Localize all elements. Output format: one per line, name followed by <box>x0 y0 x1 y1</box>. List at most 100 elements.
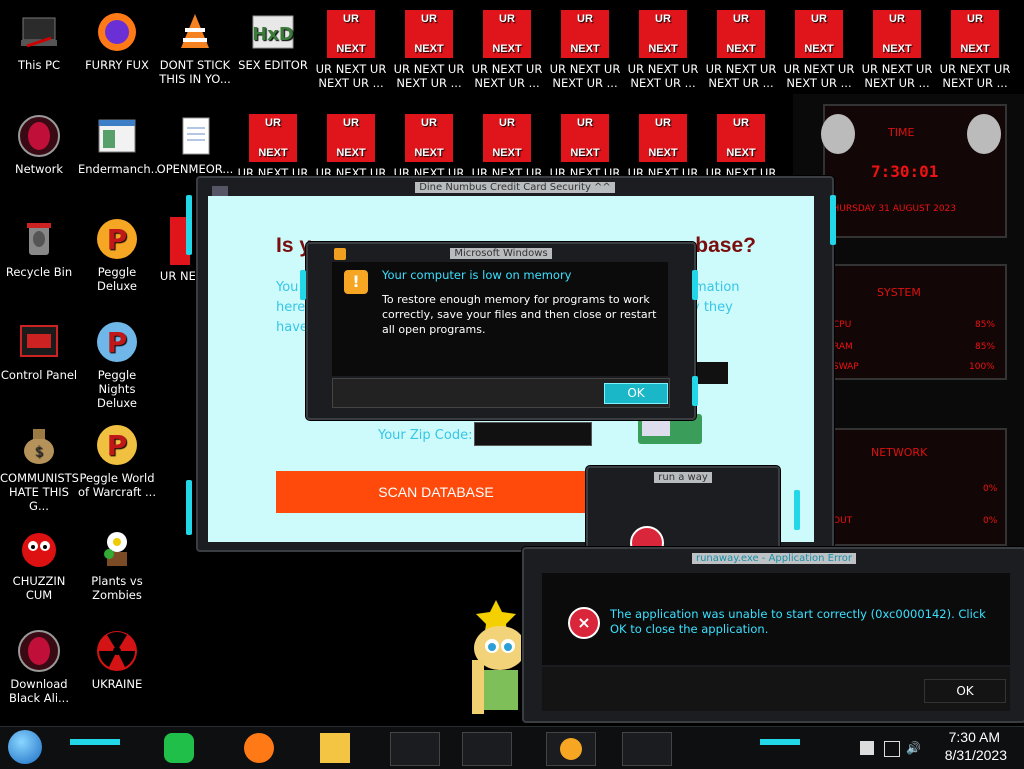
taskbar-window-card[interactable] <box>390 732 440 766</box>
desktop-icon-ur-next[interactable]: UR NEXT UR NEXT UR <box>234 110 312 180</box>
intro-line-3: have <box>276 320 308 335</box>
file-explorer-icon[interactable] <box>320 733 350 763</box>
gadget-time: 7:30:01 <box>871 162 939 181</box>
desktop-icon-peggle-deluxe[interactable]: P Peggle Deluxe <box>78 213 156 293</box>
tile-text-top: UR <box>343 13 359 25</box>
desktop-icon-ur-next[interactable]: UR NEXT UR NEXT UR <box>468 110 546 180</box>
start-button[interactable] <box>8 730 42 764</box>
firefox-icon[interactable] <box>244 733 274 763</box>
desktop-icon-communists[interactable]: $ COMMUNISTS HATE THIS G... <box>0 419 79 513</box>
tile-text-top: UR <box>577 13 593 25</box>
ok-button[interactable]: OK <box>924 679 1006 703</box>
app-icon <box>212 186 228 196</box>
firefox-icon <box>95 10 139 54</box>
window-titlebar[interactable]: runaway.exe - Application Error <box>524 549 1024 569</box>
dialog-body: ! Your computer is low on memory To rest… <box>332 262 668 376</box>
scan-database-button[interactable]: SCAN DATABASE <box>276 471 596 513</box>
zip-input[interactable] <box>474 422 592 446</box>
desktop-icon-chuzzin[interactable]: CHUZZIN CUM <box>0 522 78 602</box>
desktop-icon-control-panel[interactable]: Control Panel <box>0 316 78 382</box>
desktop-icon-label: Peggle Nights Deluxe <box>97 368 137 410</box>
error-message: The application was unable to start corr… <box>610 607 986 636</box>
desktop-icon-openmeor[interactable]: OPENMEOR... <box>156 110 234 176</box>
desktop-icon-peggle-nights[interactable]: P Peggle Nights Deluxe <box>78 316 156 410</box>
peggle-icon: P <box>95 320 139 364</box>
warning-icon: ! <box>344 270 368 294</box>
desktop-icon-furry-fux[interactable]: FURRY FUX <box>78 6 156 72</box>
desktop-icon-download-black-alien[interactable]: Download Black Ali... <box>0 625 78 705</box>
taskbar-window-app[interactable] <box>622 732 672 766</box>
application-error-dialog[interactable]: runaway.exe - Application Error × The ap… <box>522 547 1024 723</box>
desktop-icon-label: UR NEXT UR NEXT UR ... <box>939 62 1011 90</box>
tile-text-bottom: NEXT <box>648 43 678 55</box>
ok-button[interactable]: OK <box>604 383 668 404</box>
desktop-icon-ur-next[interactable]: UR NEXT UR NEXT UR NEXT UR ... <box>702 6 780 90</box>
tile-text-top: UR <box>499 13 515 25</box>
runaway-small-dialog[interactable]: run a way <box>586 466 780 560</box>
tile-text-bottom: NEXT <box>726 43 756 55</box>
desktop-icon-ur-next[interactable]: UR NEXT UR NEXT UR NEXT UR ... <box>468 6 546 90</box>
window-title: runaway.exe - Application Error <box>691 553 857 564</box>
gadget-out-label: OUT <box>833 516 853 526</box>
desktop-icon-sex-editor[interactable]: HxD SEX EDITOR <box>234 6 312 72</box>
desktop-icon-ur-next[interactable]: UR NEXT UR NEXT UR NEXT UR ... <box>312 6 390 90</box>
network-status-icon[interactable] <box>884 741 900 757</box>
desktop-icon-this-pc[interactable]: This PC <box>0 6 78 72</box>
ur-next-tile-icon: UR NEXT <box>327 10 375 58</box>
ur-next-tile-icon: UR NEXT <box>873 10 921 58</box>
flag-icon[interactable] <box>860 741 874 755</box>
taskbar-window-endermanch[interactable] <box>462 732 512 766</box>
desktop-icon-ur-next[interactable]: UR NEXT UR NEXT UR NEXT UR ... <box>624 6 702 90</box>
desktop-icon-ur-next[interactable]: UR NEXT UR NEXT UR <box>702 110 780 180</box>
tile-text-bottom: NEXT <box>804 43 834 55</box>
computer-icon <box>17 10 61 54</box>
gadget-time-label: TIME <box>888 126 915 139</box>
desktop-icon-ur-next[interactable]: UR NEXT UR NEXT UR NEXT UR ... <box>390 6 468 90</box>
desktop-icon-peggle-wow[interactable]: P Peggle World of Warcraft ... <box>78 419 156 499</box>
radiation-icon <box>95 629 139 673</box>
desktop-icon-ur-next[interactable]: UR NEXT UR NEXT UR NEXT UR ... <box>546 6 624 90</box>
card-heading-end: base? <box>695 234 756 257</box>
desktop-icon-label: Endermanch... <box>78 162 162 176</box>
tile-text-bottom: NEXT <box>336 43 366 55</box>
desktop-icon-ur-next[interactable]: UR NEXT UR NEXT UR <box>624 110 702 180</box>
desktop-icon-ur-next[interactable]: UR NEXT UR NEXT UR NEXT UR ... <box>780 6 858 90</box>
low-memory-dialog[interactable]: Microsoft Windows ! Your computer is low… <box>306 242 696 420</box>
desktop-icon-dont-stick[interactable]: DONT STICK THIS IN YO... <box>156 6 234 86</box>
warning-icon <box>334 248 346 260</box>
desktop-icon-ur-next[interactable]: UR NEXT UR NEXT UR NEXT UR ... <box>936 6 1014 90</box>
tile-text-bottom: NEXT <box>492 43 522 55</box>
frame-accent <box>300 270 306 300</box>
desktop-icon-ukraine[interactable]: UKRAINE <box>78 625 156 691</box>
hex-editor-icon: HxD <box>251 10 295 54</box>
notes-app-icon[interactable] <box>164 733 194 763</box>
tile-text-bottom: NEXT <box>258 147 288 159</box>
flower-icon <box>95 526 139 570</box>
tile-text-top: UR <box>421 13 437 25</box>
desktop-icon-ur-next[interactable]: UR NEXT UR NEXT UR <box>312 110 390 180</box>
gadget-network-label: NETWORK <box>871 446 928 459</box>
taskbar-clock-date[interactable]: 8/31/2023 <box>945 747 1007 763</box>
desktop-icon-ur-next[interactable]: UR NEXT UR NEXT UR NEXT UR ... <box>858 6 936 90</box>
gadget-system-label: SYSTEM <box>877 286 921 299</box>
error-icon: × <box>568 607 600 639</box>
window-titlebar[interactable]: Microsoft Windows <box>308 244 694 264</box>
desktop-icon-ur-next[interactable]: UR NEXT UR NEXT UR <box>390 110 468 180</box>
desktop-icon-network[interactable]: Network <box>0 110 78 176</box>
tile-text-top: UR <box>421 117 437 129</box>
alien-head-icon <box>967 114 1001 154</box>
ur-next-tile-icon: UR NEXT <box>483 10 531 58</box>
desktop-icon-label: CHUZZIN CUM <box>12 574 66 602</box>
desktop-icon-recycle-bin[interactable]: Recycle Bin <box>0 213 78 279</box>
ur-next-tile-icon: UR NEXT <box>561 114 609 162</box>
window-titlebar[interactable]: run a way <box>588 468 778 488</box>
taskbar-clock-time[interactable]: 7:30 AM <box>949 729 1000 745</box>
desktop-icon-endermanch[interactable]: Endermanch... <box>78 110 162 176</box>
volume-icon[interactable]: 🔊 <box>906 741 921 755</box>
warning-icon <box>560 738 582 760</box>
taskbar-window-warning[interactable] <box>546 732 596 766</box>
window-titlebar[interactable]: Dine Numbus Credit Card Security ^^ <box>198 178 832 198</box>
desktop-icon-plants-vs-zombies[interactable]: Plants vs Zombies <box>78 522 156 602</box>
desktop-icon-ur-next[interactable]: UR NEXT UR NEXT UR <box>546 110 624 180</box>
tile-text-top: UR <box>577 117 593 129</box>
